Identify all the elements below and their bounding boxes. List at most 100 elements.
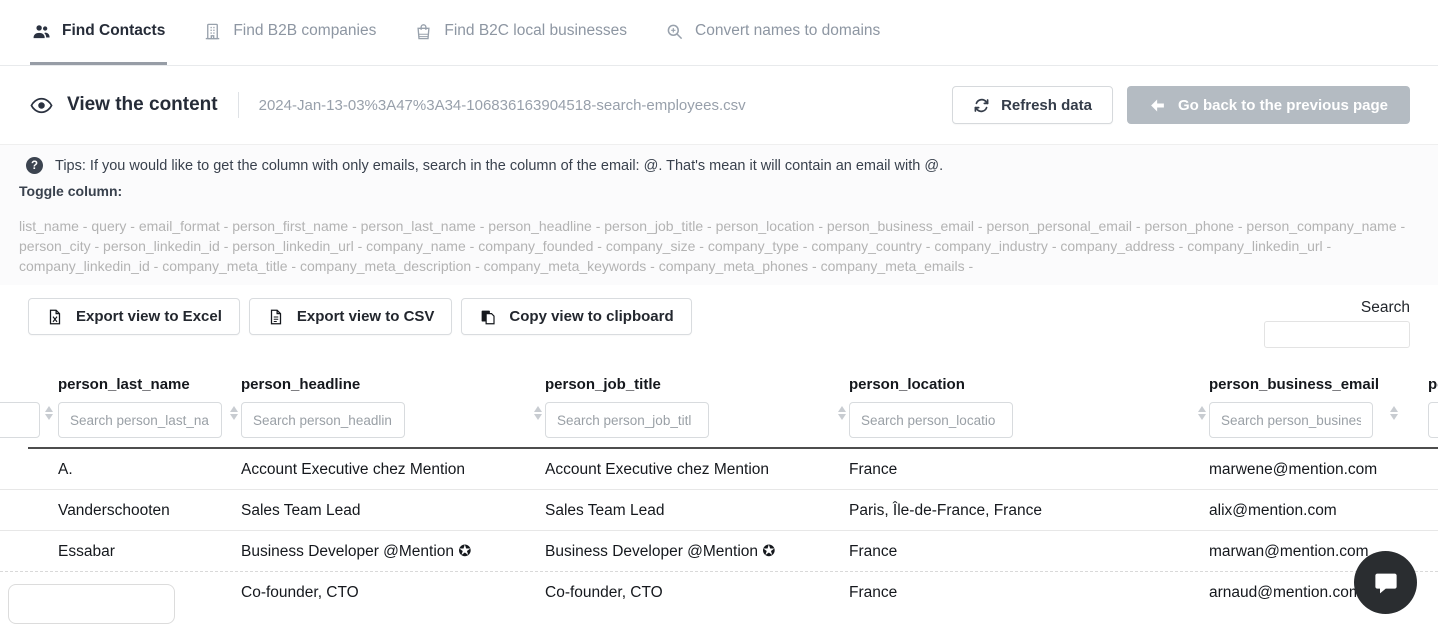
- column-header-person_personal_email[interactable]: person_personal_email: [1428, 376, 1438, 393]
- table-cell-person_business_email: marwene@mention.com: [1209, 449, 1426, 490]
- toggle-column-company_founded[interactable]: company_founded: [478, 238, 593, 254]
- column-filter-person_location[interactable]: [849, 402, 1013, 438]
- toggle-column-company_linkedin_id[interactable]: company_linkedin_id: [19, 258, 150, 274]
- column-header-person_location[interactable]: person_location: [849, 376, 965, 393]
- table-cell-person_last_name: A.: [58, 449, 229, 490]
- export-view-to-csv-button[interactable]: Export view to CSV: [249, 298, 453, 335]
- sort-down-icon: [534, 414, 542, 420]
- tab-find-b2b-companies[interactable]: Find B2B companies: [201, 0, 378, 65]
- toggle-column-company_type[interactable]: company_type: [708, 238, 799, 254]
- toggle-column-person_first_name[interactable]: person_first_name: [232, 218, 348, 234]
- table-row: VanderschootenSales Team LeadSales Team …: [0, 490, 1438, 531]
- toggle-column-person_city[interactable]: person_city: [19, 238, 91, 254]
- sort-up-icon: [534, 406, 542, 412]
- sort-arrows-icon[interactable]: [1197, 406, 1207, 420]
- partial-overlay-box[interactable]: [8, 584, 175, 624]
- export-button-label: Copy view to clipboard: [509, 308, 673, 325]
- toggle-column-company_linkedin_url[interactable]: company_linkedin_url: [1187, 238, 1322, 254]
- partial-left-column-filter[interactable]: [0, 402, 40, 438]
- excel-file-icon: [46, 308, 64, 326]
- export-view-to-excel-button[interactable]: Export view to Excel: [28, 298, 240, 335]
- toggle-column-email_format[interactable]: email_format: [139, 218, 220, 234]
- title-divider: [238, 92, 239, 118]
- sort-arrows-icon[interactable]: [837, 406, 847, 420]
- table-cell-person_last_name: Essabar: [58, 531, 229, 572]
- toggle-column-person_personal_email[interactable]: person_personal_email: [986, 218, 1132, 234]
- table-cell-person_headline: Account Executive chez Mention: [241, 449, 533, 490]
- tab-convert-names-to-domains[interactable]: Convert names to domains: [663, 0, 882, 65]
- toggle-column-company_size[interactable]: company_size: [606, 238, 696, 254]
- toggle-column-person_company_name[interactable]: person_company_name: [1246, 218, 1396, 234]
- chat-widget-button[interactable]: [1354, 551, 1417, 614]
- column-filter-person_last_name[interactable]: [58, 402, 222, 438]
- sort-up-icon: [230, 406, 238, 412]
- sort-up-icon: [1390, 406, 1398, 412]
- column-header-person_headline[interactable]: person_headline: [241, 376, 360, 393]
- export-button-label: Export view to Excel: [76, 308, 222, 325]
- toggle-column-person_linkedin_url[interactable]: person_linkedin_url: [232, 238, 353, 254]
- tips-text: Tips: If you would like to get the colum…: [55, 158, 943, 174]
- toggle-column-person_last_name[interactable]: person_last_name: [361, 218, 476, 234]
- toggle-column-list: list_name - query - email_format - perso…: [19, 216, 1411, 276]
- sort-arrows-icon[interactable]: [1389, 406, 1399, 420]
- toggle-column-company_meta_title[interactable]: company_meta_title: [162, 258, 287, 274]
- toggle-column-company_industry[interactable]: company_industry: [934, 238, 1048, 254]
- toggle-column-person_headline[interactable]: person_headline: [488, 218, 592, 234]
- refresh-data-label: Refresh data: [1001, 97, 1092, 114]
- global-search-input[interactable]: [1264, 321, 1410, 348]
- sort-arrows-icon[interactable]: [44, 406, 54, 420]
- table-row: Co-founder, CTOCo-founder, CTOFrancearna…: [0, 572, 1438, 613]
- toolbar: Export view to Excel Export view to CSV Co…: [0, 285, 1438, 368]
- column-header-person_last_name[interactable]: person_last_name: [58, 376, 190, 393]
- sort-down-icon: [45, 414, 53, 420]
- table-cell-person_business_email: alix@mention.com: [1209, 490, 1426, 531]
- column-filter-person_headline[interactable]: [241, 402, 405, 438]
- tab-label: Convert names to domains: [695, 22, 880, 40]
- table-row: A. Account Executive chez Mention Account …: [0, 449, 1438, 490]
- toggle-column-person_location[interactable]: person_location: [716, 218, 815, 234]
- tab-label: Find B2B companies: [233, 22, 376, 40]
- sort-down-icon: [1390, 414, 1398, 420]
- sort-down-icon: [1198, 414, 1206, 420]
- toggle-column-company_address[interactable]: company_address: [1060, 238, 1174, 254]
- export-button-group: Export view to Excel Export view to CSV Co…: [28, 298, 692, 335]
- copy-view-to-clipboard-button[interactable]: Copy view to clipboard: [461, 298, 691, 335]
- column-filter-person_business_email[interactable]: [1209, 402, 1373, 438]
- column-filter-person_job_title[interactable]: [545, 402, 709, 438]
- toggle-column-company_country[interactable]: company_country: [811, 238, 922, 254]
- building-icon: [203, 22, 222, 41]
- top-nav: Find Contacts Find B2B companies Find B2C …: [0, 0, 1438, 66]
- tab-label: Find Contacts: [62, 22, 165, 40]
- toggle-column-company_name[interactable]: company_name: [366, 238, 466, 254]
- toggle-column-company_meta_keywords[interactable]: company_meta_keywords: [484, 258, 647, 274]
- toggle-column-list_name[interactable]: list_name: [19, 218, 79, 234]
- toggle-column-company_meta_description[interactable]: company_meta_description: [300, 258, 471, 274]
- tab-find-b2c-local-businesses[interactable]: Find B2C local businesses: [412, 0, 629, 65]
- toggle-column-query[interactable]: query: [91, 218, 126, 234]
- sort-arrows-icon[interactable]: [229, 406, 239, 420]
- go-back-button[interactable]: Go back to the previous page: [1127, 86, 1410, 124]
- tab-find-contacts[interactable]: Find Contacts: [30, 0, 167, 65]
- sort-arrows-icon[interactable]: [533, 406, 543, 420]
- content-header: View the content 2024-Jan-13-03%3A47%3A3…: [0, 66, 1438, 145]
- sort-up-icon: [45, 406, 53, 412]
- toggle-column-person_phone[interactable]: person_phone: [1144, 218, 1234, 234]
- tips-row: ? Tips: If you would like to get the col…: [26, 157, 943, 174]
- toggle-column-company_meta_emails[interactable]: company_meta_emails: [821, 258, 965, 274]
- refresh-data-button[interactable]: Refresh data: [952, 86, 1113, 124]
- toggle-column-company_meta_phones[interactable]: company_meta_phones: [659, 258, 808, 274]
- toggle-column-person_linkedin_id[interactable]: person_linkedin_id: [103, 238, 220, 254]
- tab-label: Find B2C local businesses: [444, 22, 627, 40]
- column-header-person_business_email[interactable]: person_business_email: [1209, 376, 1379, 393]
- table-cell-person_location: France: [849, 449, 1197, 490]
- table-cell-person_job_title: Business Developer @Mention ✪: [545, 531, 837, 572]
- view-content-group: View the content 2024-Jan-13-03%3A47%3A3…: [30, 92, 746, 118]
- column-header-person_job_title[interactable]: person_job_title: [545, 376, 661, 393]
- shopping-bag-icon: [414, 22, 433, 41]
- toggle-column-person_business_email[interactable]: person_business_email: [827, 218, 974, 234]
- csv-filename: 2024-Jan-13-03%3A47%3A34-106836163904518…: [259, 97, 746, 114]
- table-cell-person_job_title: Account Executive chez Mention: [545, 449, 837, 490]
- toggle-column-person_job_title[interactable]: person_job_title: [604, 218, 703, 234]
- column-filter-person_personal_email[interactable]: [1428, 402, 1438, 438]
- table-cell-person_job_title: Sales Team Lead: [545, 490, 837, 531]
